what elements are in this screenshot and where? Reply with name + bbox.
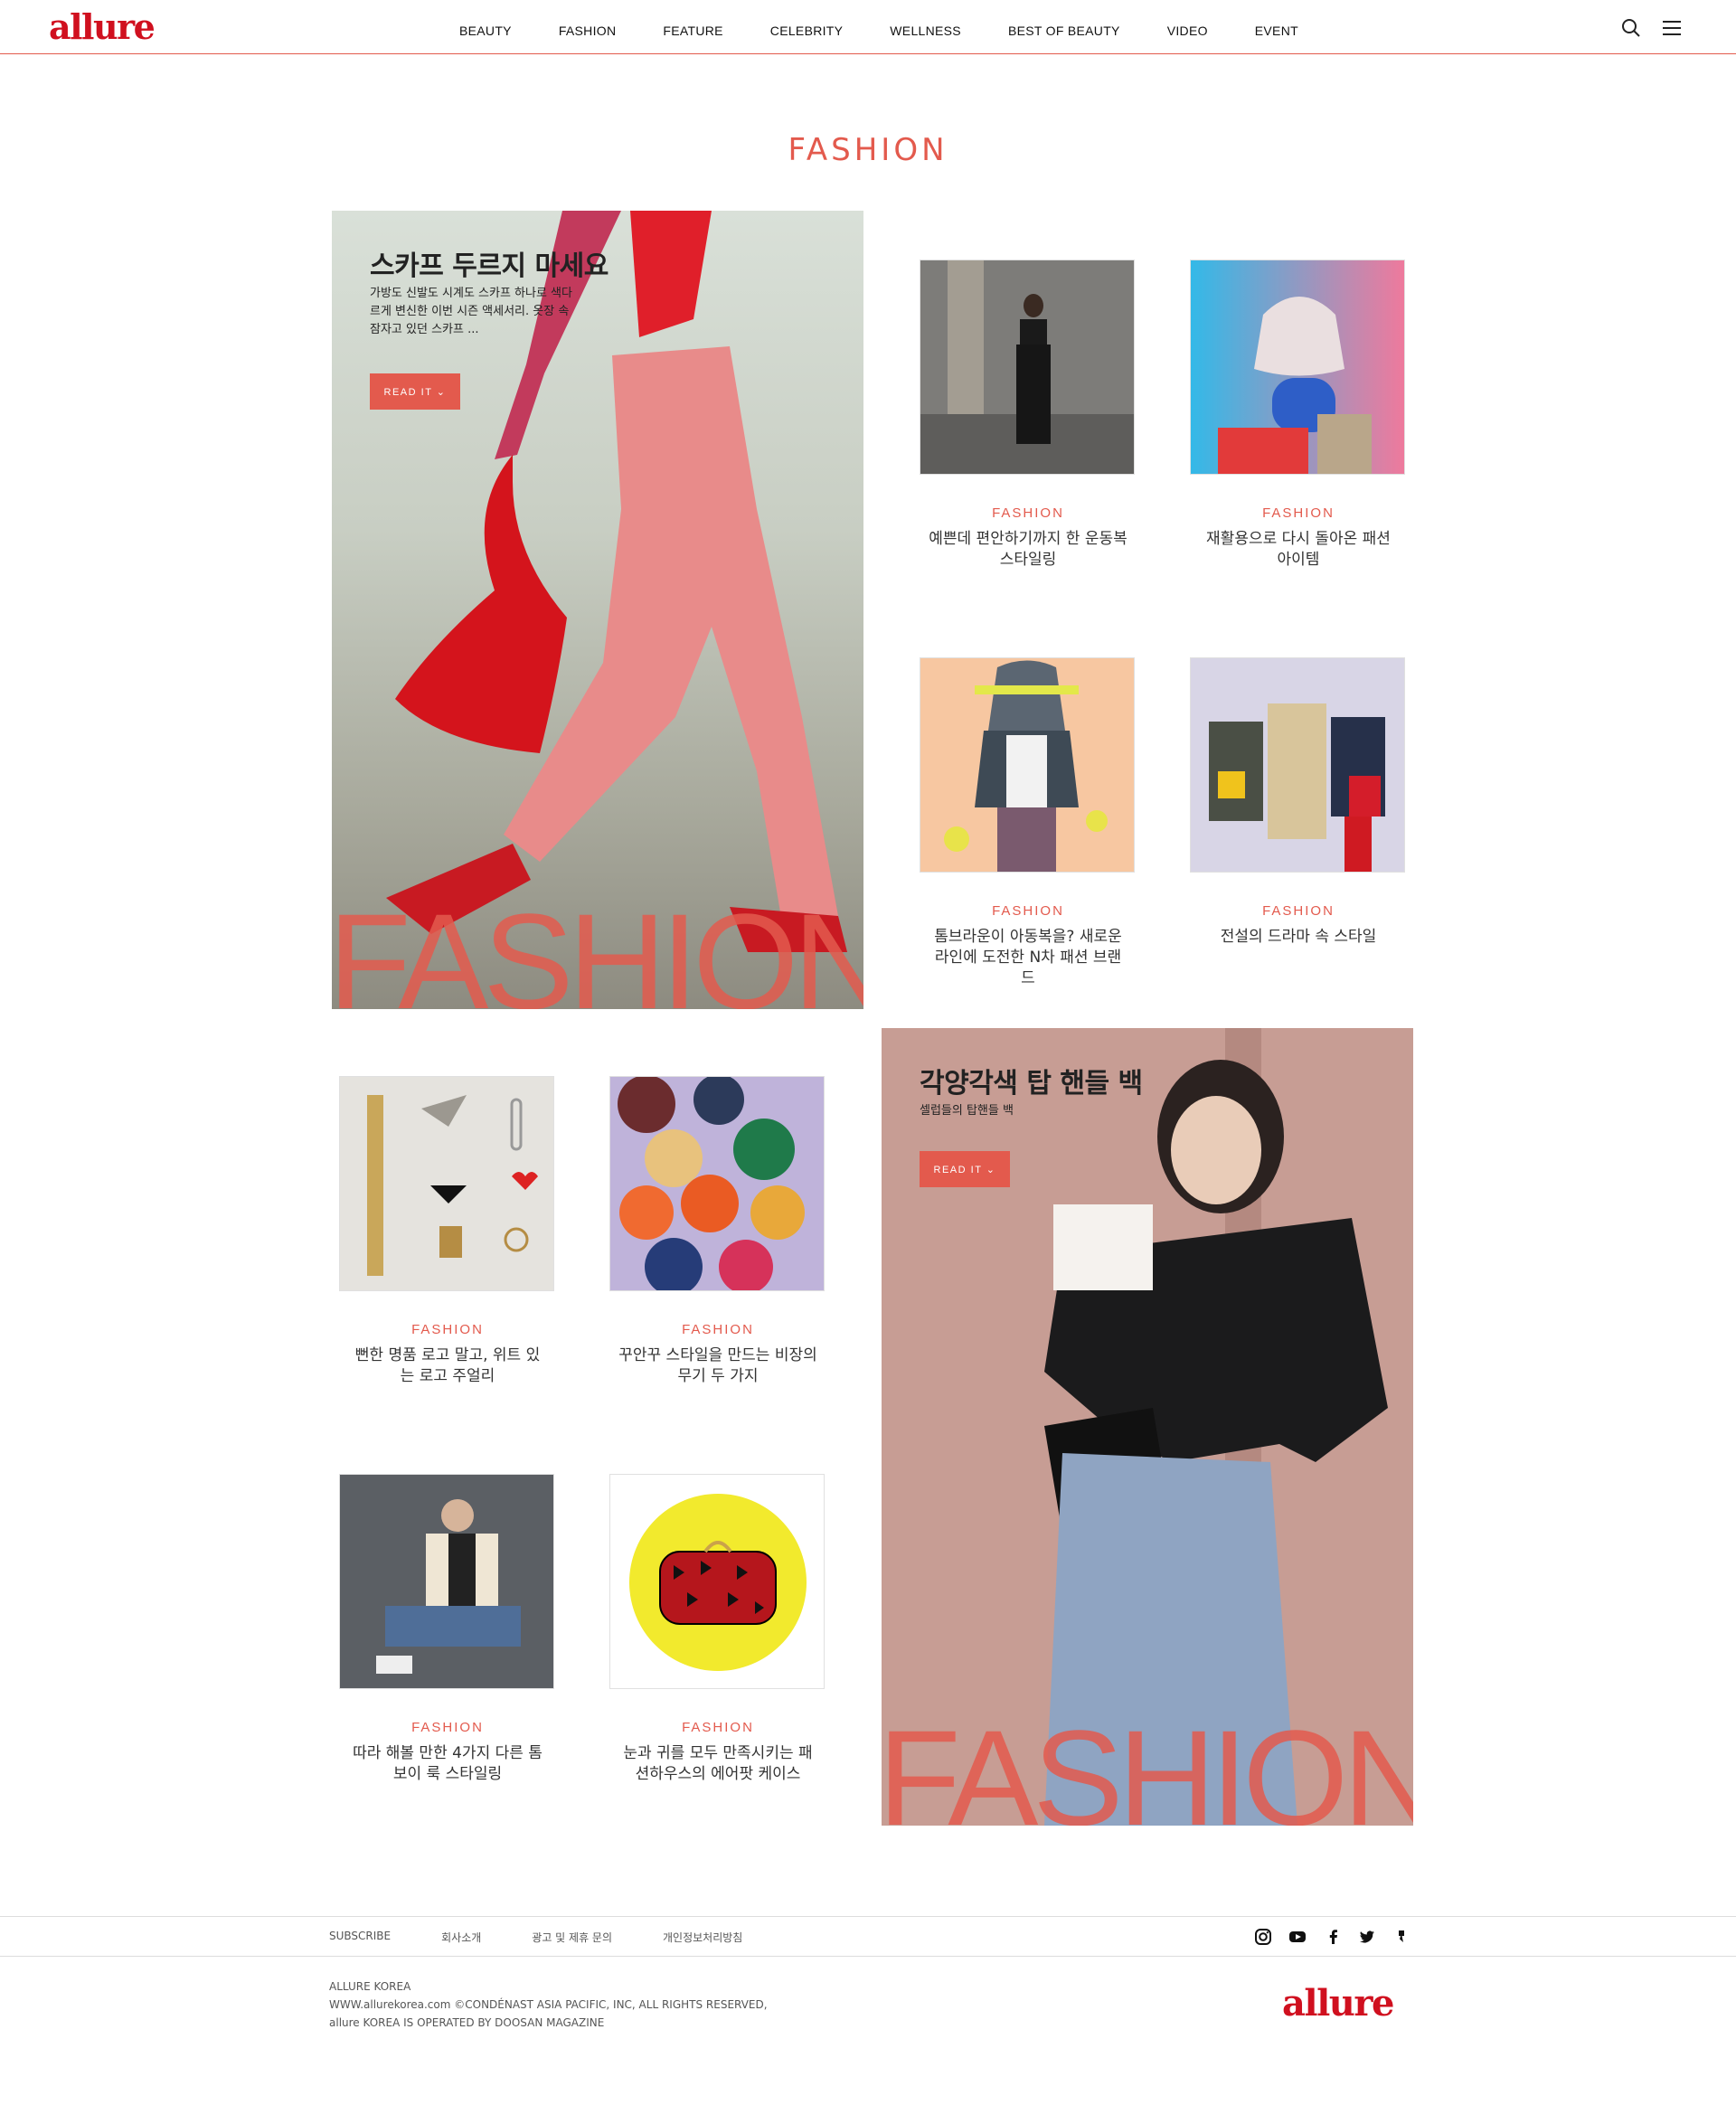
article-card[interactable]: FASHION 따라 해볼 만한 4가지 다른 톰보이 룩 스타일링 xyxy=(339,1474,556,1785)
feature-description: 셀럽들의 탑핸들 백 xyxy=(920,1104,1014,1118)
nav-item-fashion[interactable]: FASHION xyxy=(559,22,617,40)
article-image xyxy=(920,658,1134,872)
feature-card-scarf[interactable]: 스카프 두르지 마세요 가방도 신발도 시계도 스카프 하나로 색다르게 변신한… xyxy=(332,211,863,1009)
article-category: FASHION xyxy=(992,903,1064,919)
footer-allure-logo[interactable]: allure xyxy=(1282,1982,1394,2025)
article-category: FASHION xyxy=(411,1720,484,1735)
article-category: FASHION xyxy=(1262,505,1335,521)
article-card[interactable]: FASHION 재활용으로 다시 돌아온 패션 아이템 xyxy=(1190,260,1407,571)
footer-links: SUBSCRIBE 회사소개 광고 및 제휴 문의 개인정보처리방침 xyxy=(329,1930,793,1945)
article-category: FASHION xyxy=(682,1720,754,1735)
nav-item-best-of-beauty[interactable]: BEST OF BEAUTY xyxy=(1008,22,1120,40)
article-thumbnail xyxy=(339,1474,554,1689)
twitter-icon[interactable] xyxy=(1358,1928,1376,1946)
article-title: 전설의 드라마 속 스타일 xyxy=(1220,928,1377,946)
kakao-story-icon[interactable] xyxy=(1392,1928,1410,1946)
article-card[interactable]: FASHION 꾸안꾸 스타일을 만드는 비장의 무기 두 가지 xyxy=(609,1076,826,1387)
footer-links-bar: SUBSCRIBE 회사소개 광고 및 제휴 문의 개인정보처리방침 xyxy=(0,1916,1736,1957)
article-image xyxy=(340,1475,553,1688)
article-thumbnail xyxy=(339,1076,554,1291)
footer-link-subscribe[interactable]: SUBSCRIBE xyxy=(329,1930,391,1945)
article-category: FASHION xyxy=(1262,903,1335,919)
allure-logo[interactable]: allure xyxy=(49,5,156,49)
footer-copyright: WWW.allurekorea.com ©CONDÉNAST ASIA PACI… xyxy=(329,1998,768,2011)
main-nav: BEAUTY FASHION FEATURE CELEBRITY WELLNES… xyxy=(459,22,1298,40)
nav-item-wellness[interactable]: WELLNESS xyxy=(890,22,961,40)
instagram-icon[interactable] xyxy=(1254,1928,1272,1946)
article-card[interactable]: FASHION 뻔한 명품 로고 말고, 위트 있는 로고 주얼리 xyxy=(339,1076,556,1387)
article-title: 따라 해볼 만한 4가지 다른 톰보이 룩 스타일링 xyxy=(353,1744,542,1783)
feature-card-top-handle-bag[interactable]: 각양각색 탑 핸들 백 셀럽들의 탑핸들 백 READ IT ⌄ FASHION xyxy=(882,1028,1413,1826)
article-category: FASHION xyxy=(682,1322,754,1337)
footer-link-privacy[interactable]: 개인정보처리방침 xyxy=(663,1930,742,1945)
article-image xyxy=(920,260,1134,474)
nav-item-feature[interactable]: FEATURE xyxy=(663,22,722,40)
article-thumbnail xyxy=(1190,657,1405,873)
footer-company: ALLURE KOREA xyxy=(329,1980,411,1993)
feature-title: 스카프 두르지 마세요 xyxy=(370,250,609,282)
footer-link-about[interactable]: 회사소개 xyxy=(441,1930,481,1945)
hamburger-menu-icon[interactable] xyxy=(1661,18,1683,38)
article-title: 톰브라운이 아동복을? 새로운 라인에 도전한 N차 패션 브랜드 xyxy=(934,928,1122,987)
footer-link-advertising[interactable]: 광고 및 제휴 문의 xyxy=(532,1930,612,1945)
footer-info: ALLURE KOREA WWW.allurekorea.com ©CONDÉN… xyxy=(329,1978,768,2032)
article-thumbnail xyxy=(1190,260,1405,475)
nav-item-celebrity[interactable]: CELEBRITY xyxy=(770,22,844,40)
facebook-icon[interactable] xyxy=(1325,1928,1343,1946)
feature-watermark: FASHION xyxy=(332,885,863,1009)
feature-watermark: FASHION xyxy=(882,1702,1413,1826)
read-it-button[interactable]: READ IT ⌄ xyxy=(920,1151,1010,1187)
nav-item-beauty[interactable]: BEAUTY xyxy=(459,22,512,40)
article-thumbnail xyxy=(609,1474,825,1689)
article-thumbnail xyxy=(920,260,1135,475)
site-header: allure BEAUTY FASHION FEATURE CELEBRITY … xyxy=(0,0,1736,54)
footer-operated-by: allure KOREA IS OPERATED BY DOOSAN MAGAZ… xyxy=(329,2016,605,2029)
article-title: 눈과 귀를 모두 만족시키는 패션하우스의 에어팟 케이스 xyxy=(623,1744,813,1783)
page-title: FASHION xyxy=(788,132,948,168)
search-icon[interactable] xyxy=(1621,18,1641,38)
article-image xyxy=(340,1077,553,1290)
article-image xyxy=(610,1475,824,1688)
article-card[interactable]: FASHION 예쁜데 편안하기까지 한 운동복 스타일링 xyxy=(920,260,1137,571)
feature-description: 가방도 신발도 시계도 스카프 하나로 색다르게 변신한 이번 시즌 액세서리.… xyxy=(370,287,572,336)
article-card[interactable]: FASHION 톰브라운이 아동복을? 새로운 라인에 도전한 N차 패션 브랜… xyxy=(920,657,1137,989)
article-image xyxy=(610,1077,824,1290)
article-category: FASHION xyxy=(411,1322,484,1337)
youtube-icon[interactable] xyxy=(1288,1928,1307,1946)
article-title: 뻔한 명품 로고 말고, 위트 있는 로고 주얼리 xyxy=(354,1346,541,1385)
article-image xyxy=(1191,658,1404,872)
article-title: 꾸안꾸 스타일을 만드는 비장의 무기 두 가지 xyxy=(618,1346,817,1385)
article-title: 재활용으로 다시 돌아온 패션 아이템 xyxy=(1206,530,1391,569)
article-thumbnail xyxy=(609,1076,825,1291)
article-image xyxy=(1191,260,1404,474)
article-title: 예쁜데 편안하기까지 한 운동복 스타일링 xyxy=(929,530,1127,569)
article-card[interactable]: FASHION 전설의 드라마 속 스타일 xyxy=(1190,657,1407,948)
article-card[interactable]: FASHION 눈과 귀를 모두 만족시키는 패션하우스의 에어팟 케이스 xyxy=(609,1474,826,1785)
nav-item-event[interactable]: EVENT xyxy=(1255,22,1298,40)
article-thumbnail xyxy=(920,657,1135,873)
feature-title: 각양각색 탑 핸들 백 xyxy=(920,1068,1143,1100)
read-it-button[interactable]: READ IT ⌄ xyxy=(370,373,460,410)
article-category: FASHION xyxy=(992,505,1064,521)
nav-item-video[interactable]: VIDEO xyxy=(1167,22,1208,40)
